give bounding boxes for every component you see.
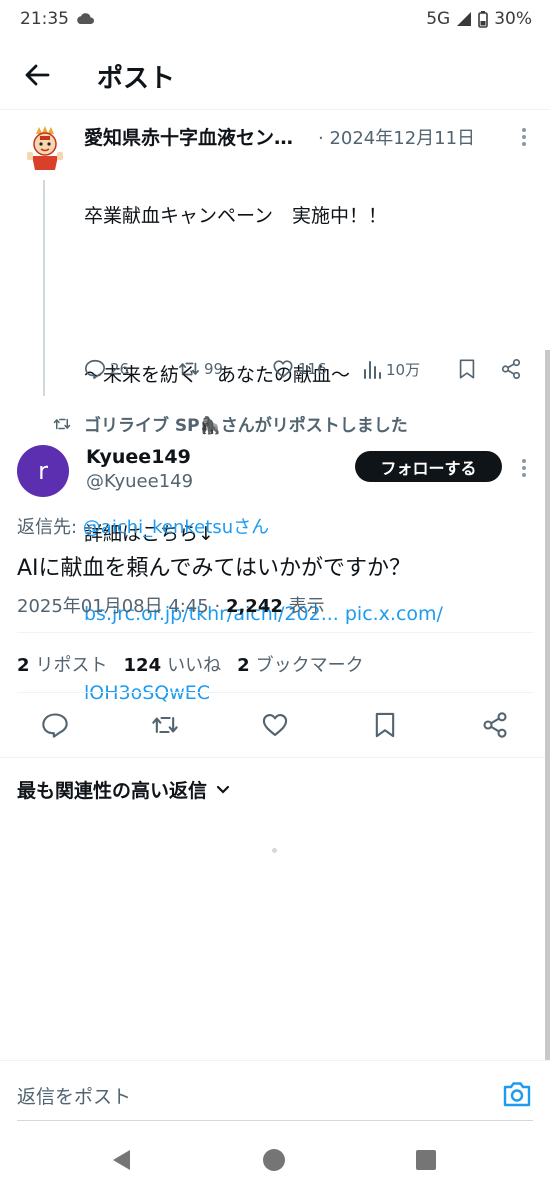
- views-count: 2,242: [225, 596, 283, 617]
- cloud-icon: [77, 13, 95, 24]
- scrollbar[interactable]: [545, 350, 550, 1060]
- bookmarks-stat[interactable]: 2 ブックマーク: [237, 651, 364, 677]
- status-right: 5G 30%: [426, 9, 532, 29]
- avatar[interactable]: r: [17, 445, 69, 497]
- likes-label: いいね: [167, 655, 222, 676]
- bookmark-icon[interactable]: [371, 711, 399, 739]
- battery-icon: [478, 10, 489, 28]
- reply-icon: [85, 359, 105, 379]
- replies-sort-dropdown[interactable]: 最も関連性の高い返信: [17, 776, 231, 803]
- composer-underline: [17, 1120, 533, 1121]
- engagement-stats: 2 リポスト 124 いいね 2 ブックマーク: [17, 651, 364, 677]
- post-timestamp[interactable]: 2025年01月08日 4:45 ·: [17, 596, 226, 617]
- divider: [0, 757, 550, 758]
- heart-icon: [273, 360, 293, 378]
- likes-count: 124: [123, 655, 162, 676]
- quoted-author-name[interactable]: 愛知県赤十字血液セン…: [84, 123, 293, 150]
- reply-input[interactable]: 返信をポスト: [17, 1082, 131, 1109]
- thread-line: [43, 180, 45, 396]
- views-label: 表示: [282, 596, 325, 617]
- views-icon: [364, 361, 381, 379]
- heart-icon[interactable]: [261, 711, 289, 739]
- camera-icon[interactable]: [502, 1080, 532, 1108]
- system-nav-bar: [0, 1122, 550, 1192]
- quoted-line: [84, 283, 443, 310]
- follow-button[interactable]: フォローする: [355, 451, 502, 482]
- back-arrow-icon[interactable]: [22, 60, 52, 90]
- reply-to-line: 返信先: @aichi_kenketsuさん: [17, 513, 269, 539]
- reposts-stat[interactable]: 2 リポスト: [17, 651, 108, 677]
- nav-home-icon[interactable]: [262, 1148, 286, 1172]
- post-action-bar: [0, 711, 550, 741]
- reply-to-prefix: 返信先:: [17, 517, 83, 538]
- quoted-post-date: · 2024年12月11日: [318, 128, 476, 149]
- share-icon[interactable]: [500, 358, 522, 380]
- app-header: ポスト: [0, 38, 550, 110]
- quoted-line: 卒業献血キャンペーン 実施中！！: [84, 205, 388, 227]
- quoted-views-count: 10万: [386, 360, 421, 379]
- network-label: 5G: [426, 9, 451, 29]
- repost-small-icon: [53, 418, 71, 429]
- quoted-like-button[interactable]: 116: [272, 358, 327, 380]
- post-meta: 2025年01月08日 4:45 · 2,242 表示: [17, 592, 325, 618]
- likes-stat[interactable]: 124 いいね: [124, 651, 222, 677]
- quoted-link-cont[interactable]: lOH3oSQwEC: [84, 680, 443, 707]
- bookmark-icon[interactable]: [456, 358, 478, 380]
- chevron-down-icon: [216, 785, 230, 794]
- quoted-reply-button[interactable]: 26: [84, 358, 129, 380]
- quoted-actions: 26 99 116 10万: [84, 358, 534, 382]
- quoted-repost-button[interactable]: 99: [178, 358, 223, 380]
- quoted-repost-count: 99: [204, 360, 224, 378]
- reposts-count: 2: [17, 655, 30, 676]
- quoted-views-button[interactable]: 10万: [362, 358, 420, 380]
- share-icon[interactable]: [481, 711, 509, 739]
- replies-sort-label: 最も関連性の高い返信: [17, 780, 208, 802]
- author-name[interactable]: Kyuee149: [86, 446, 191, 468]
- divider: [17, 692, 533, 693]
- status-bar: 21:35 5G 30%: [0, 0, 550, 38]
- status-time: 21:35: [20, 9, 69, 29]
- reply-to-mention[interactable]: @aichi_kenketsuさん: [83, 517, 269, 538]
- signal-icon: [457, 12, 472, 26]
- loading-indicator: [272, 848, 277, 853]
- page-title: ポスト: [97, 64, 176, 94]
- repost-notice-text: ゴリライブ SP🦍さんがリポストしました: [84, 416, 408, 436]
- battery-label: 30%: [494, 9, 532, 29]
- reposts-label: リポスト: [35, 655, 108, 676]
- author-handle[interactable]: @Kyuee149: [86, 471, 193, 492]
- quoted-like-count: 116: [298, 360, 327, 378]
- repost-icon: [179, 362, 199, 376]
- nav-back-icon[interactable]: [110, 1148, 134, 1172]
- post-text: AIに献血を頼んでみてはいかがですか？: [17, 556, 411, 581]
- nav-recents-icon[interactable]: [415, 1149, 437, 1171]
- repost-icon[interactable]: [151, 711, 179, 739]
- reply-icon[interactable]: [41, 711, 69, 739]
- divider: [17, 632, 533, 633]
- repost-notice[interactable]: ゴリライブ SP🦍さんがリポストしました: [52, 411, 408, 436]
- quoted-reply-count: 26: [110, 360, 130, 378]
- bookmarks-count: 2: [237, 655, 250, 676]
- mascot-avatar[interactable]: [22, 124, 68, 172]
- quoted-post-text: 卒業献血キャンペーン 実施中！！ 〜未来を紡ぐ あなたの献血〜 詳細はこちら↓ …: [84, 150, 443, 733]
- bookmarks-label: ブックマーク: [255, 655, 364, 676]
